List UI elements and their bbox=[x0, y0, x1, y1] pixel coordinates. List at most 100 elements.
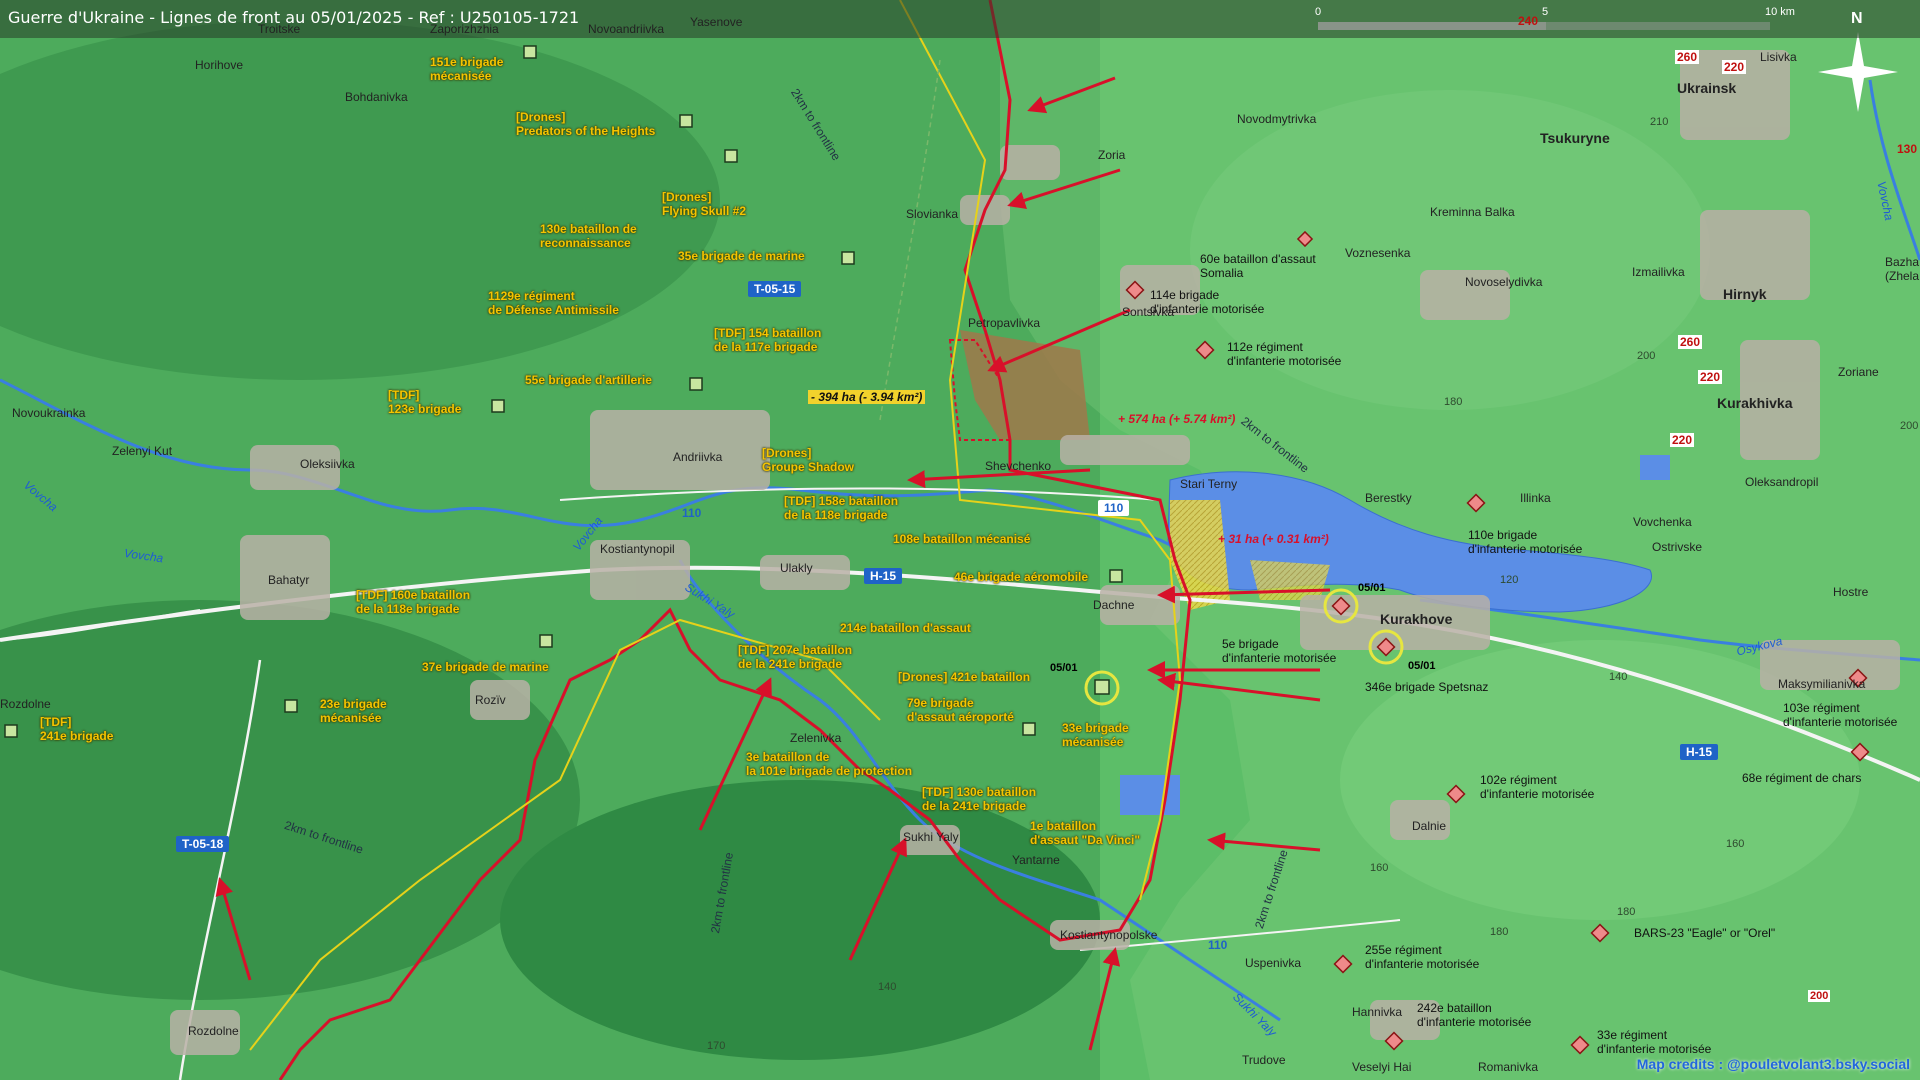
road-badge-t0515: T-05-15 bbox=[748, 281, 802, 297]
town-troitske: Troitske bbox=[258, 22, 301, 36]
town-berestky: Berestky bbox=[1365, 491, 1412, 505]
town-slovianka: Slovianka bbox=[906, 207, 959, 221]
unit-3e-101e: 3e bataillon de la 101e brigade de prote… bbox=[746, 750, 913, 778]
unit-ru-102e: 102e régiment d'infanterie motorisée bbox=[1480, 773, 1595, 801]
road-label-110-a: 110 bbox=[682, 506, 702, 520]
unit-1129e-regiment: 1129e régiment de Défense Antimissile bbox=[488, 289, 619, 317]
unit-groupe-shadow: [Drones] Groupe Shadow bbox=[762, 446, 855, 474]
town-yasenove: Yasenove bbox=[690, 15, 743, 29]
compass-north-label: N bbox=[1851, 10, 1863, 27]
town-bazha: Bazha (Zhela bbox=[1885, 255, 1920, 283]
unit-tdf-154: [TDF] 154 bataillon de la 117e brigade bbox=[714, 326, 822, 354]
unit-ru-bars23: BARS-23 "Eagle" or "Orel" bbox=[1634, 926, 1776, 940]
unit-ru-112e: 112e régiment d'infanterie motorisée bbox=[1227, 340, 1342, 368]
elevation-140-b: 140 bbox=[878, 981, 897, 993]
elevation-210: 210 bbox=[1650, 116, 1669, 128]
road-badge-h15-east: H-15 bbox=[1680, 744, 1719, 760]
pond-oleksandropil bbox=[1640, 455, 1670, 480]
town-sukhi-yaly: Sukhi Yaly bbox=[903, 830, 959, 844]
town-novoandriivka: Novoandriivka bbox=[588, 22, 665, 36]
elevation-170: 170 bbox=[707, 1040, 726, 1052]
town-rozdolne-west: Rozdolne bbox=[0, 697, 51, 711]
unit-ru-242e: 242e bataillon d'infanterie motorisée bbox=[1417, 1001, 1532, 1029]
town-andriivka: Andriivka bbox=[673, 450, 723, 464]
town-hostre: Hostre bbox=[1833, 585, 1869, 599]
unit-79e-aeroporte: 79e brigade d'assaut aéroporté bbox=[907, 696, 1014, 724]
elevation-120: 120 bbox=[1500, 574, 1519, 586]
town-novoselydivka: Novoselydivka bbox=[1465, 275, 1543, 289]
town-horihove: Horihove bbox=[195, 58, 244, 72]
road-badge-h15: H-15 bbox=[864, 568, 903, 584]
town-ulakly: Ulakly bbox=[780, 561, 813, 575]
elevation-200-b: 200 bbox=[1808, 990, 1831, 1002]
town-illinka: Illinka bbox=[1520, 491, 1551, 505]
town-kurakhove: Kurakhove bbox=[1380, 611, 1453, 627]
town-hirnyk: Hirnyk bbox=[1723, 286, 1767, 302]
elevation-160-a: 160 bbox=[1726, 838, 1745, 850]
town-stari-terny: Stari Terny bbox=[1180, 477, 1238, 491]
scale-label-0: 0 bbox=[1315, 6, 1322, 18]
unit-ru-5e: 5e brigade d'infanterie motorisée bbox=[1222, 637, 1337, 665]
area-loss-note: - 394 ha (- 3.94 km²) bbox=[808, 390, 926, 404]
road-number-260-a: 260 bbox=[1675, 50, 1700, 64]
town-romanivka: Romanivka bbox=[1478, 1060, 1539, 1074]
town-novodmytrivka: Novodmytrivka bbox=[1237, 112, 1317, 126]
town-bohdanivka: Bohdanivka bbox=[345, 90, 408, 104]
town-rozdolne: Rozdolne bbox=[188, 1024, 239, 1038]
road-badge-110-b: 110 bbox=[1098, 500, 1130, 516]
town-shevchenko: Shevchenko bbox=[985, 459, 1052, 473]
town-zelenivka: Zelenivka bbox=[790, 731, 842, 745]
unit-ru-114e: 114e brigade d'infanterie motorisée bbox=[1150, 288, 1265, 316]
map-credits[interactable]: Map credits : @pouletvolant3.bsky.social bbox=[1637, 1056, 1910, 1072]
town-uspenivka: Uspenivka bbox=[1245, 956, 1302, 970]
zone-gain-kurakhove bbox=[1250, 560, 1330, 600]
unit-33e-mecanisee: 33e brigade mécanisée bbox=[1062, 721, 1129, 749]
unit-ru-103e: 103e régiment d'infanterie motorisée bbox=[1783, 701, 1898, 729]
town-kurakhivka: Kurakhivka bbox=[1717, 395, 1793, 411]
elevation-180-a: 180 bbox=[1444, 396, 1463, 408]
road-number-130: 130 bbox=[1897, 142, 1918, 156]
unit-37e-marine: 37e brigade de marine bbox=[422, 660, 549, 674]
elevation-180-b: 180 bbox=[1617, 906, 1636, 918]
unit-214e-assaut: 214e bataillon d'assaut bbox=[840, 621, 971, 635]
road-number-220-a: 220 bbox=[1722, 60, 1747, 74]
area-gain-note-1: + 574 ha (+ 5.74 km²) bbox=[1118, 412, 1236, 426]
town-hannivka: Hannivka bbox=[1352, 1005, 1403, 1019]
town-ostrivske: Ostrivske bbox=[1652, 540, 1703, 554]
pond-dachne bbox=[1120, 775, 1180, 815]
town-zoriane: Zoriane bbox=[1838, 365, 1879, 379]
road-number-240: 240 bbox=[1518, 14, 1539, 28]
town-yantarne: Yantarne bbox=[1012, 853, 1060, 867]
town-roziv: Rozïv bbox=[475, 693, 506, 707]
town-trudove: Trudove bbox=[1242, 1053, 1286, 1067]
scale-label-10km: 10 km bbox=[1765, 6, 1795, 18]
unit-da-vinci: 1e bataillon d'assaut "Da Vinci" bbox=[1030, 819, 1141, 847]
unit-46e-aeromobile: 46e brigade aéromobile bbox=[954, 570, 1089, 584]
date-label-1: 05/01 bbox=[1358, 582, 1386, 594]
town-ukrainsk: Ukrainsk bbox=[1677, 80, 1737, 96]
unit-ru-33e: 33e régiment d'infanterie motorisée bbox=[1597, 1028, 1712, 1056]
unit-130e-reconnaissance: 130e bataillon de reconnaissance bbox=[540, 222, 637, 250]
unit-23e-mecanisee: 23e brigade mécanisée bbox=[320, 697, 387, 725]
town-lisivka: Lisivka bbox=[1760, 50, 1797, 64]
unit-tdf-207: [TDF] 207e bataillon de la 241e brigade bbox=[738, 643, 853, 671]
unit-flying-skull: [Drones] Flying Skull #2 bbox=[662, 190, 747, 218]
town-zaporizhzhia: Zaporizhzhia bbox=[430, 22, 499, 36]
unit-ru-60e: 60e bataillon d'assaut Somalia bbox=[1200, 252, 1316, 280]
town-veselyi-hai: Veselyi Hai bbox=[1352, 1060, 1412, 1074]
elevation-160-b: 160 bbox=[1370, 862, 1389, 874]
town-novoukrainka: Novoukrainka bbox=[12, 406, 86, 420]
town-kostiantynopolske: Kostiantynopolske bbox=[1060, 928, 1158, 942]
unit-35e-marine: 35e brigade de marine bbox=[678, 249, 805, 263]
unit-ru-255e: 255e régiment d'infanterie motorisée bbox=[1365, 943, 1480, 971]
unit-predators: [Drones] Predators of the Heights bbox=[516, 110, 656, 138]
unit-tdf-158: [TDF] 158e bataillon de la 118e brigade bbox=[784, 494, 899, 522]
town-vovchenka: Vovchenka bbox=[1633, 515, 1692, 529]
unit-tdf-160: [TDF] 160e bataillon de la 118e brigade bbox=[356, 588, 471, 616]
town-kreminna-balka: Kreminna Balka bbox=[1430, 205, 1515, 219]
unit-421e-drones: [Drones] 421e bataillon bbox=[898, 670, 1031, 684]
date-label-3: 05/01 bbox=[1050, 662, 1078, 674]
unit-tdf-123: [TDF] 123e brigade bbox=[388, 388, 462, 416]
unit-55e-artillerie: 55e brigade d'artillerie bbox=[525, 373, 652, 387]
town-oleksiivka: Oleksiivka bbox=[300, 457, 355, 471]
